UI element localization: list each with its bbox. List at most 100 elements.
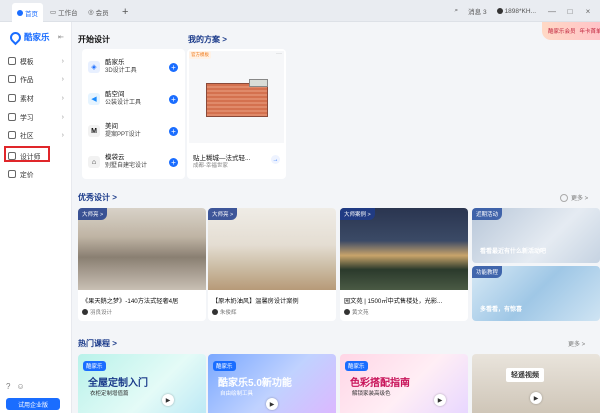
design-image <box>340 208 468 290</box>
collapse-sidebar-icon[interactable]: ⇤ <box>58 33 64 41</box>
avatar <box>344 309 350 315</box>
sidebar-item-works[interactable]: 作品 › <box>6 72 66 86</box>
course-headline: 全屋定制入门 <box>88 378 148 389</box>
avatar <box>212 309 218 315</box>
home-icon <box>17 9 23 16</box>
sidebar-item-label: 素材 <box>20 96 34 103</box>
sidebar-item-community[interactable]: 社区 › <box>6 128 66 142</box>
more-label: 更多 > <box>571 196 589 202</box>
add-icon[interactable]: + <box>169 157 178 167</box>
course-headline: 色彩搭配指南 <box>350 378 410 389</box>
member-promo-banner[interactable]: 酷家乐会员 年卡首单390元起 开通 <box>542 22 600 40</box>
sidebar-item-templates[interactable]: 模板 › <box>6 54 66 68</box>
tool-name: 酷空间 <box>105 91 125 98</box>
tool-text: 模袋云 别墅自建宅设计 <box>105 154 147 170</box>
meijian-icon: M <box>88 125 100 137</box>
add-tab-icon[interactable]: + <box>122 4 128 19</box>
start-design-card: ◈ 酷家乐 3D设计工具 + ◀ 酷空间 公装设计工具 + M 美间 提案PPT设计 … <box>82 49 185 179</box>
help-icon[interactable]: ? <box>6 382 10 391</box>
plan-thumbnail <box>189 51 284 143</box>
top-right-controls: ⌕ 消息 3 1898*KH... — □ × <box>455 0 600 22</box>
tab-home[interactable]: 首页 <box>12 3 43 22</box>
refresh-icon[interactable] <box>560 193 568 202</box>
floorplan-image <box>206 83 268 117</box>
close-icon[interactable]: × <box>582 7 594 16</box>
play-icon[interactable]: ▶ <box>434 394 446 406</box>
activity-card[interactable]: 近期活动 看看最近有什么新活动吧 <box>472 208 600 263</box>
course-headline: 酷家乐5.0新功能 <box>218 378 292 389</box>
trial-enterprise-button[interactable]: 试用企业版 <box>6 398 60 410</box>
template-icon <box>8 57 16 65</box>
user-menu[interactable]: 1898*KH... <box>496 8 536 15</box>
minimize-icon[interactable]: — <box>546 7 558 16</box>
course-card[interactable]: 酷家乐 色彩搭配指南 解锁家装高级色 ▶ <box>340 354 468 413</box>
design-card[interactable]: 大师亮 > 《果天鹅之梦》-140方法式轻奢4居 羽良设计 <box>78 208 206 321</box>
tab-home-label: 首页 <box>25 10 38 18</box>
sidebar-item-label: 定价 <box>20 172 34 179</box>
more-label: 更多 > <box>568 342 586 348</box>
maximize-icon[interactable]: □ <box>564 7 576 16</box>
community-icon <box>8 131 16 139</box>
messages-label: 消息 3 <box>468 9 487 16</box>
design-card[interactable]: 大师案例 > 园文苑 | 1500㎡中式售楼处，光影... 黄文苑 <box>340 208 468 321</box>
floorplan-image <box>249 79 268 87</box>
tab-workbench-label: 工作台 <box>58 9 78 17</box>
avatar <box>82 309 88 315</box>
play-icon[interactable]: ▶ <box>266 398 278 410</box>
tool-modaiyun[interactable]: ⌂ 模袋云 别墅自建宅设计 + <box>88 149 182 175</box>
open-plan-icon[interactable]: → <box>271 155 280 164</box>
design-image <box>78 208 206 290</box>
modaiyun-icon: ⌂ <box>88 156 100 168</box>
tool-kukongjian[interactable]: ◀ 酷空间 公装设计工具 + <box>88 86 182 112</box>
tab-workbench[interactable]: ▭ 工作台 <box>50 4 78 19</box>
design-title: 园文苑 | 1500㎡中式售楼处，光影... <box>344 298 443 305</box>
course-card[interactable]: 酷家乐 酷家乐5.0新功能 自由绘制工具 ▶ <box>208 354 336 413</box>
author-name: 朱俊辉 <box>220 310 237 316</box>
add-icon[interactable]: + <box>169 94 178 104</box>
tab-member[interactable]: ◎ 会员 <box>88 4 109 19</box>
excellent-design-title[interactable]: 优秀设计 > <box>78 192 117 203</box>
course-card[interactable]: 轻遥视频 ▶ <box>472 354 600 413</box>
activity-text: 看看最近有什么新活动吧 <box>480 249 547 255</box>
sidebar: 酷家乐 ⇤ 模板 › 作品 › 素材 › 学习 › 社区 › 设计师 定价 ? … <box>0 22 72 413</box>
app-window: 首页 ▭ 工作台 ◎ 会员 + ⌕ 消息 3 1898*KH... — □ × <box>0 0 600 413</box>
add-icon[interactable]: + <box>169 62 178 72</box>
sidebar-item-label: 学习 <box>20 115 34 122</box>
courses-more-link[interactable]: 更多 > <box>568 339 585 348</box>
sidebar-item-materials[interactable]: 素材 › <box>6 91 66 105</box>
top-bar: 首页 ▭ 工作台 ◎ 会员 + ⌕ 消息 3 1898*KH... — □ × <box>0 0 600 22</box>
my-plans-title[interactable]: 我的方案 > <box>188 34 227 45</box>
search-icon[interactable]: ⌕ <box>455 7 459 15</box>
plan-card[interactable]: 官方模板 ··· 贴上糊城—法式轻... 成都-幸福世家 → <box>187 49 286 179</box>
pricing-icon <box>8 170 16 178</box>
tool-kujiale[interactable]: ◈ 酷家乐 3D设计工具 + <box>88 54 182 80</box>
author-name: 黄文苑 <box>352 310 369 316</box>
design-tag: 大师亮 > <box>78 208 108 220</box>
play-icon[interactable]: ▶ <box>162 394 174 406</box>
excellent-more-link[interactable]: 更多 > <box>560 193 588 202</box>
feedback-icon[interactable]: ☺ <box>16 382 24 391</box>
hot-courses-title[interactable]: 热门课程 > <box>78 338 117 349</box>
design-author: 黄文苑 <box>344 308 369 316</box>
course-subtitle: 自由绘制工具 <box>220 391 254 397</box>
tool-name: 美间 <box>105 123 118 130</box>
tool-text: 酷家乐 3D设计工具 <box>105 59 137 75</box>
more-options-icon[interactable]: ··· <box>276 51 282 57</box>
tool-meijian[interactable]: M 美间 提案PPT设计 + <box>88 118 182 144</box>
logo[interactable]: 酷家乐 <box>7 29 50 45</box>
avatar <box>496 8 503 14</box>
activity-tag: 功能教程 <box>472 266 503 278</box>
play-icon[interactable]: ▶ <box>530 392 542 404</box>
design-card[interactable]: 大师亮 > 【原木奶油风】温馨房设计案例 朱俊辉 <box>208 208 336 321</box>
plan-location: 成都-幸福世家 <box>193 163 228 169</box>
tutorial-card[interactable]: 功能教程 多看看，有惊喜 <box>472 266 600 321</box>
messages-link[interactable]: 消息 3 <box>468 6 486 16</box>
workbench-icon: ▭ <box>50 8 57 16</box>
sidebar-footer-icons: ? ☺ <box>6 382 25 391</box>
sidebar-item-learning[interactable]: 学习 › <box>6 110 66 124</box>
course-subtitle: 衣柜定制增值篇 <box>90 391 129 397</box>
course-card[interactable]: 酷家乐 全屋定制入门 衣柜定制增值篇 ▶ <box>78 354 206 413</box>
official-template-badge: 官方模板 <box>189 51 211 59</box>
sidebar-item-pricing[interactable]: 定价 <box>6 167 66 181</box>
add-icon[interactable]: + <box>169 126 178 136</box>
